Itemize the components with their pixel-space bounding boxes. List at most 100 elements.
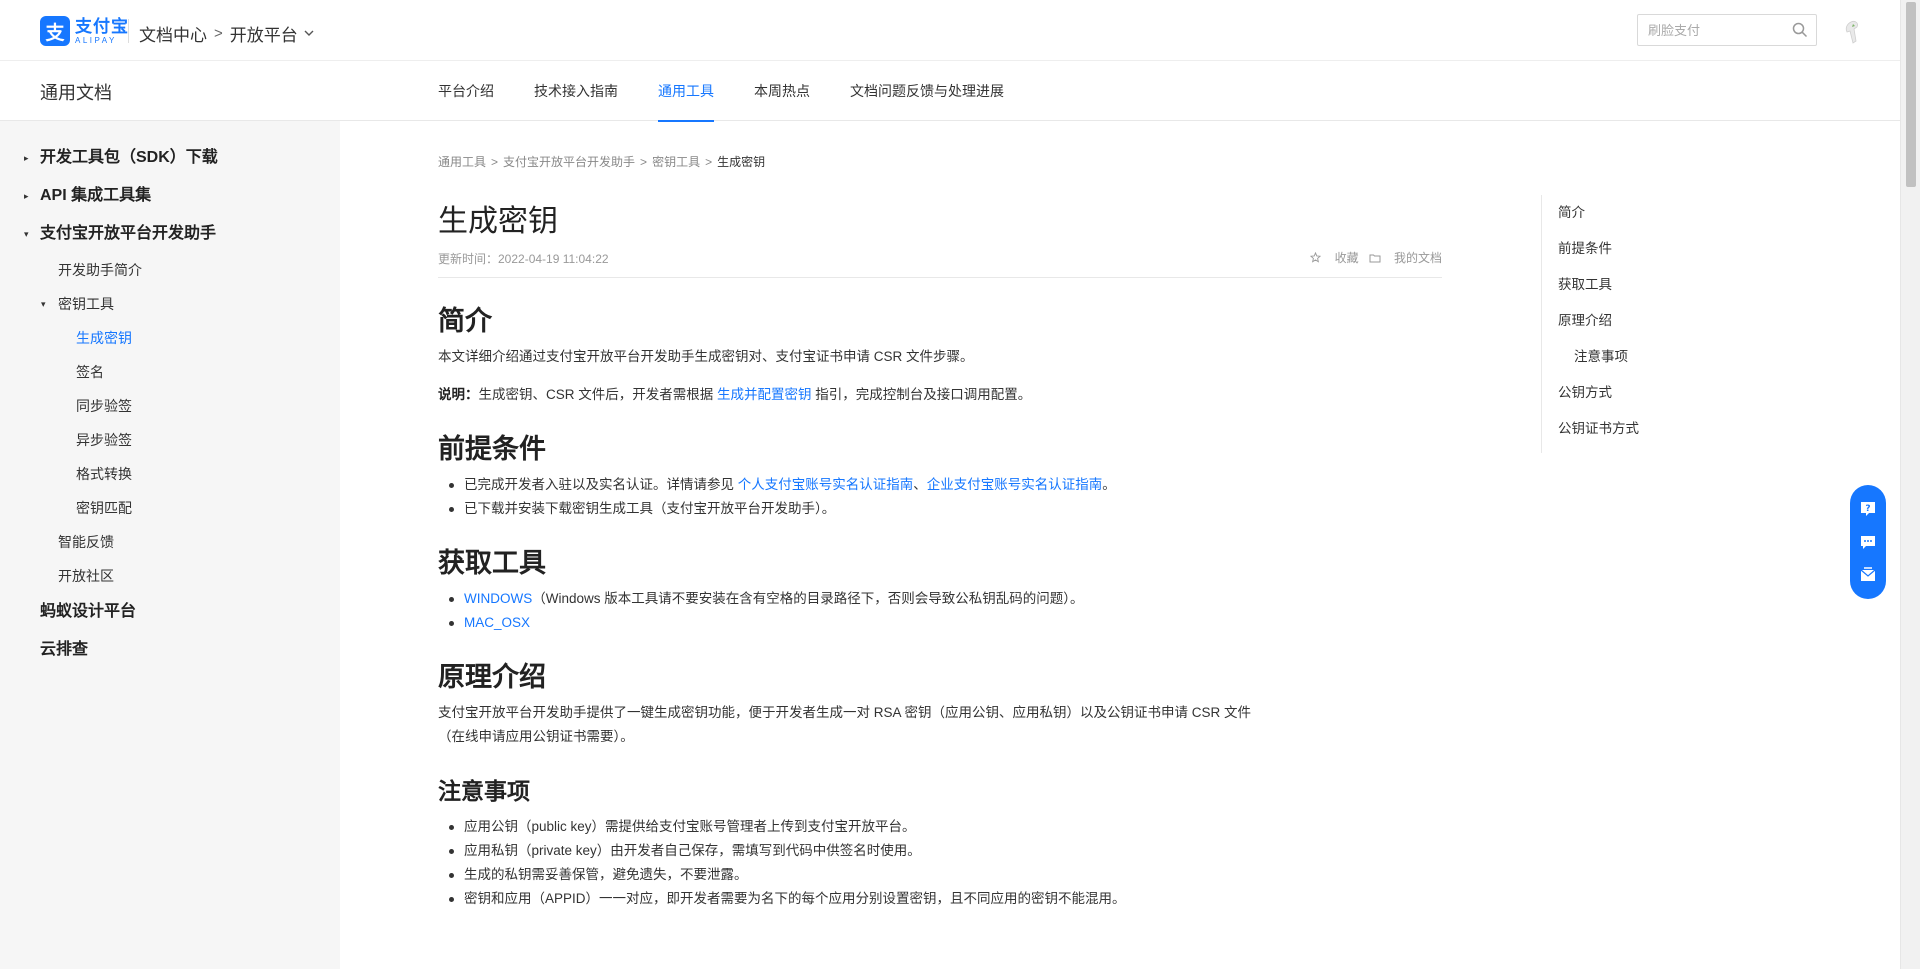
header-divider [128, 19, 129, 43]
title-divider [438, 277, 1442, 278]
doc-center-link[interactable]: 文档中心 [139, 21, 207, 46]
list-item: 密钥和应用（APPID）一一对应，即开发者需要为名下的每个应用分别设置密钥，且不… [438, 887, 1442, 911]
heading-notes: 注意事项 [438, 778, 530, 804]
breadcrumb-dev-assistant[interactable]: 支付宝开放平台开发助手 [503, 155, 635, 169]
toc-item-intro[interactable]: 简介 [1558, 195, 1639, 231]
list-item: 应用公钥（public key）需提供给支付宝账号管理者上传到支付宝开放平台。 [438, 815, 1442, 839]
floating-help-bar: ? [1850, 485, 1886, 599]
favorite-label: 收藏 [1334, 251, 1359, 265]
breadcrumb-key-tools[interactable]: 密钥工具 [652, 155, 700, 169]
toc-item-principle[interactable]: 原理介绍 [1558, 303, 1639, 339]
list-item: MAC_OSX [438, 611, 1442, 635]
star-icon [1310, 251, 1322, 263]
logo-cn: 支付宝 [75, 16, 129, 36]
alipay-logo[interactable]: 支 支付宝 ALIPAY [40, 16, 129, 46]
sidebar-item-cloud-debug[interactable]: 云排查 [0, 631, 340, 669]
sidebar-item-label: 支付宝开放平台开发助手 [40, 225, 217, 242]
scrollbar-thumb[interactable] [1906, 2, 1916, 187]
open-platform-dropdown[interactable]: 开放平台 [230, 21, 298, 46]
search-icon[interactable] [1792, 22, 1808, 43]
windows-download-link[interactable]: WINDOWS [464, 591, 532, 606]
caret-right-icon[interactable]: ▸ [24, 177, 29, 215]
svg-text:?: ? [1865, 504, 1870, 514]
tab-weekly-hot[interactable]: 本周热点 [754, 61, 810, 121]
caret-right-icon[interactable]: ▸ [24, 139, 29, 177]
sidebar-item-dev-assistant[interactable]: ▾ 支付宝开放平台开发助手 [0, 215, 340, 253]
header-breadcrumb: 文档中心 > 开放平台 [139, 21, 314, 46]
breadcrumb-general-tools[interactable]: 通用工具 [438, 155, 486, 169]
list-item: 已下载并安装下载密钥生成工具（支付宝开放平台开发助手）。 [438, 497, 1442, 521]
alipay-logo-text: 支付宝 ALIPAY [75, 18, 129, 45]
subnav-tabs: 平台介绍 技术接入指南 通用工具 本周热点 文档问题反馈与处理进展 [438, 61, 1044, 122]
sidebar-item-smart-feedback[interactable]: 智能反馈 [0, 525, 340, 559]
logo-en: ALIPAY [75, 35, 117, 45]
note-text: 生成密钥、CSR 文件后，开发者需根据 [478, 387, 718, 402]
question-icon[interactable]: ? [1858, 499, 1878, 519]
breadcrumb-sep: > [705, 155, 713, 169]
sidebar-item-sdk-download[interactable]: ▸ 开发工具包（SDK）下载 [0, 139, 340, 177]
heading-intro: 简介 [438, 306, 492, 336]
doc-body: 简介 本文详细介绍通过支付宝开放平台开发助手生成密钥对、支付宝证书申请 CSR … [438, 301, 1442, 911]
sidebar-item-format-convert[interactable]: 格式转换 [0, 457, 340, 491]
enterprise-auth-guide-link[interactable]: 企业支付宝账号实名认证指南 [927, 477, 1103, 492]
mail-icon[interactable] [1858, 565, 1878, 585]
generate-config-key-link[interactable]: 生成并配置密钥 [717, 387, 812, 402]
toc-item-notes[interactable]: 注意事项 [1558, 339, 1639, 375]
section-prereq: H1 前提条件 [438, 429, 1442, 469]
sidebar-item-label: 开发工具包（SDK）下载 [40, 149, 218, 166]
search-box[interactable] [1637, 14, 1817, 46]
tab-platform-intro[interactable]: 平台介绍 [438, 61, 494, 121]
search-input[interactable] [1638, 15, 1778, 45]
tab-doc-feedback[interactable]: 文档问题反馈与处理进展 [850, 61, 1004, 121]
mac-download-link[interactable]: MAC_OSX [464, 615, 530, 630]
note-label: 说明： [438, 387, 479, 402]
caret-down-icon[interactable]: ▾ [24, 215, 29, 253]
doc-actions: 收藏 我的文档 [1300, 249, 1442, 266]
my-docs-button[interactable]: 我的文档 [1369, 249, 1442, 266]
list-item: 生成的私钥需妥善保管，避免遗失，不要泄露。 [438, 863, 1442, 887]
note-text-end: 指引，完成控制台及接口调用配置。 [811, 387, 1032, 402]
breadcrumb-current: 生成密钥 [717, 155, 766, 169]
folder-icon [1369, 254, 1381, 263]
windows-note: （Windows 版本工具请不要安装在含有空格的目录路径下，否则会导致公私钥乱码… [532, 591, 1084, 606]
tab-tech-guide[interactable]: 技术接入指南 [534, 61, 618, 121]
sidebar: ▸ 开发工具包（SDK）下载 ▸ API 集成工具集 ▾ 支付宝开放平台开发助手… [0, 121, 340, 969]
sidebar-item-key-tools[interactable]: ▾ 密钥工具 [0, 287, 340, 321]
personal-auth-guide-link[interactable]: 个人支付宝账号实名认证指南 [738, 477, 914, 492]
prereq-end: 。 [1102, 477, 1116, 492]
table-of-contents: 简介 前提条件 获取工具 原理介绍 注意事项 公钥方式 公钥证书方式 [1541, 195, 1639, 453]
prereq-list: 已完成开发者入驻以及实名认证。详情请参见 个人支付宝账号实名认证指南、企业支付宝… [438, 473, 1442, 521]
list-item: 已完成开发者入驻以及实名认证。详情请参见 个人支付宝账号实名认证指南、企业支付宝… [438, 473, 1442, 497]
sidebar-item-label: API 集成工具集 [40, 187, 152, 204]
caret-down-icon[interactable]: ▾ [41, 287, 46, 321]
sub-navigation: 通用文档 平台介绍 技术接入指南 通用工具 本周热点 文档问题反馈与处理进展 [0, 61, 1900, 122]
favorite-button[interactable]: 收藏 [1310, 249, 1359, 266]
sidebar-item-ant-design[interactable]: 蚂蚁设计平台 [0, 593, 340, 631]
tab-general-tools[interactable]: 通用工具 [658, 61, 714, 122]
intro-note: 说明：生成密钥、CSR 文件后，开发者需根据 生成并配置密钥 指引，完成控制台及… [438, 383, 1442, 407]
user-avatar[interactable] [1841, 19, 1863, 45]
alipay-logo-icon: 支 [40, 16, 70, 46]
sidebar-item-generate-key[interactable]: 生成密钥 [0, 321, 340, 355]
intro-paragraph: 本文详细介绍通过支付宝开放平台开发助手生成密钥对、支付宝证书申请 CSR 文件步… [438, 349, 974, 364]
list-item: WINDOWS（Windows 版本工具请不要安装在含有空格的目录路径下，否则会… [438, 587, 1442, 611]
toc-item-public-key-cert[interactable]: 公钥证书方式 [1558, 411, 1639, 447]
toc-item-public-key[interactable]: 公钥方式 [1558, 375, 1639, 411]
sidebar-item-api-tools[interactable]: ▸ API 集成工具集 [0, 177, 340, 215]
section-title: 通用文档 [40, 83, 112, 103]
principle-paragraph: 支付宝开放平台开发助手提供了一键生成密钥功能，便于开发者生成一对 RSA 密钥（… [438, 705, 1252, 744]
updated-time: 更新时间：2022-04-19 11:04:22 [438, 252, 609, 266]
sidebar-item-key-match[interactable]: 密钥匹配 [0, 491, 340, 525]
chevron-down-icon[interactable] [304, 28, 314, 40]
top-header: 支 支付宝 ALIPAY 文档中心 > 开放平台 [0, 0, 1900, 61]
sidebar-item-assistant-intro[interactable]: 开发助手简介 [0, 253, 340, 287]
page-scrollbar[interactable] [1900, 0, 1920, 969]
prereq-text: 已完成开发者入驻以及实名认证。详情请参见 [464, 477, 738, 492]
chat-icon[interactable] [1858, 532, 1878, 552]
toc-item-get-tools[interactable]: 获取工具 [1558, 267, 1639, 303]
sidebar-item-open-community[interactable]: 开放社区 [0, 559, 340, 593]
sidebar-item-async-verify[interactable]: 异步验签 [0, 423, 340, 457]
sidebar-item-sign[interactable]: 签名 [0, 355, 340, 389]
sidebar-item-sync-verify[interactable]: 同步验签 [0, 389, 340, 423]
toc-item-prereq[interactable]: 前提条件 [1558, 231, 1639, 267]
